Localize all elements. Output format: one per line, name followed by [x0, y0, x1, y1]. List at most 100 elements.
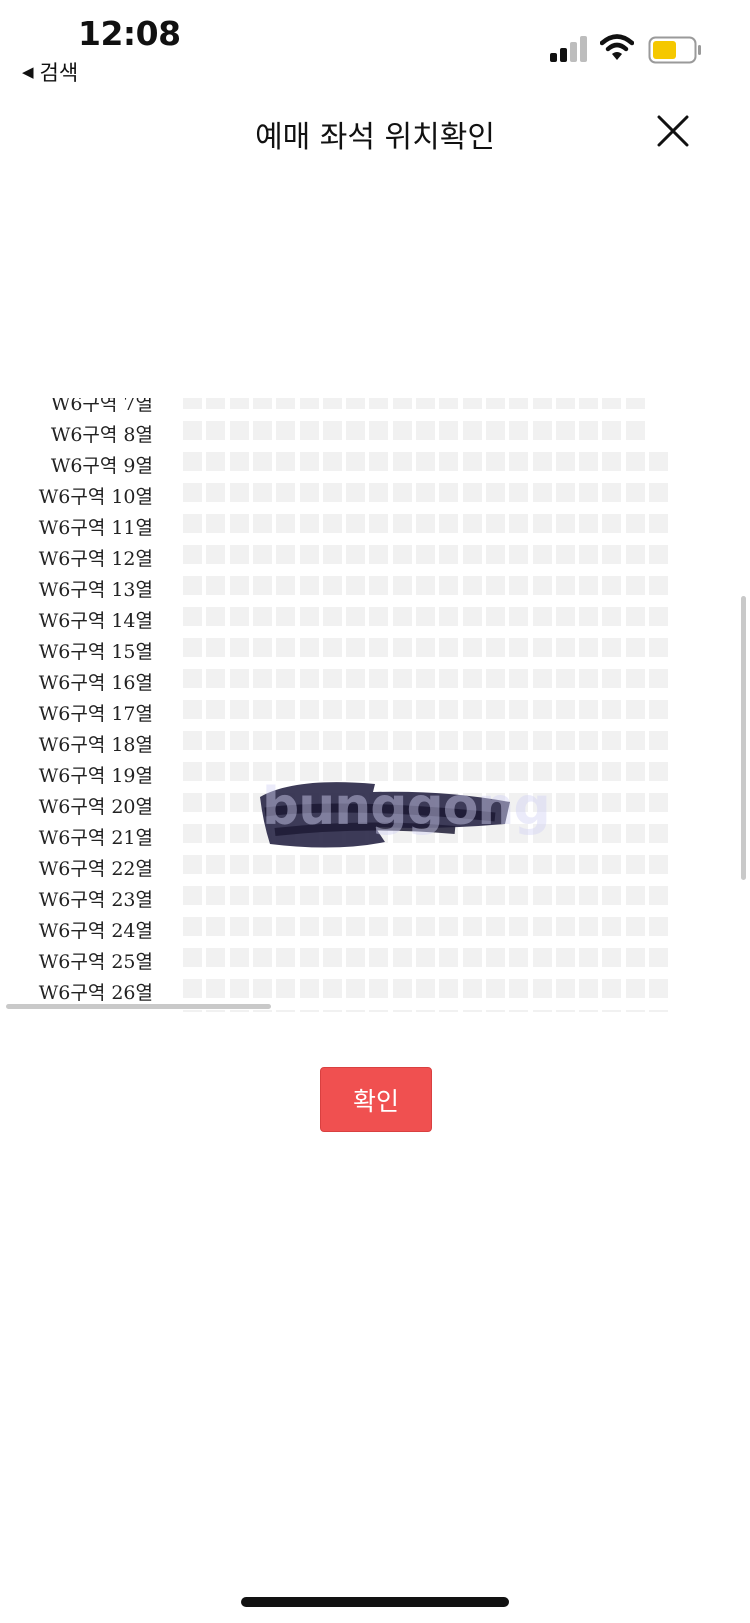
seat[interactable]	[625, 669, 645, 688]
seat[interactable]	[509, 452, 529, 471]
seat[interactable]	[555, 917, 575, 936]
seat[interactable]	[625, 514, 645, 533]
seat[interactable]	[649, 607, 668, 626]
seat[interactable]	[649, 514, 668, 533]
seat[interactable]	[532, 1010, 552, 1012]
seat[interactable]	[625, 979, 645, 998]
seat[interactable]	[183, 731, 202, 750]
seat[interactable]	[485, 514, 505, 533]
seat[interactable]	[555, 398, 575, 409]
seat[interactable]	[579, 700, 599, 719]
seat[interactable]	[555, 607, 575, 626]
seat[interactable]	[485, 731, 505, 750]
seat[interactable]	[416, 917, 435, 936]
seat[interactable]	[369, 638, 389, 657]
seat[interactable]	[322, 607, 342, 626]
seat[interactable]	[346, 421, 366, 440]
seat[interactable]	[485, 979, 505, 998]
seat[interactable]	[462, 576, 482, 595]
seat[interactable]	[439, 731, 459, 750]
close-icon[interactable]	[655, 113, 691, 149]
seat[interactable]	[649, 545, 668, 564]
seat[interactable]	[509, 700, 529, 719]
seat[interactable]	[579, 669, 599, 688]
seat[interactable]	[276, 669, 296, 688]
seat[interactable]	[602, 762, 622, 781]
seat[interactable]	[392, 607, 412, 626]
seat[interactable]	[649, 731, 668, 750]
seat[interactable]	[579, 1010, 599, 1012]
seat[interactable]	[369, 669, 389, 688]
seat[interactable]	[206, 917, 226, 936]
seat[interactable]	[229, 762, 249, 781]
seat[interactable]	[579, 483, 599, 502]
seat-map-viewport[interactable]: W6구역 7열 W6구역 8열 W6구역 9열 W6구역 10열 W6구역 11열 W6구…	[0, 398, 750, 1012]
seat[interactable]	[416, 638, 435, 657]
seat[interactable]	[369, 398, 389, 409]
seat[interactable]	[276, 638, 296, 657]
seat[interactable]	[649, 793, 668, 812]
seat[interactable]	[346, 638, 366, 657]
seat[interactable]	[183, 452, 202, 471]
seat[interactable]	[625, 762, 645, 781]
seat[interactable]	[322, 948, 342, 967]
seat[interactable]	[276, 917, 296, 936]
seat[interactable]	[532, 452, 552, 471]
seat[interactable]	[276, 979, 296, 998]
seat[interactable]	[369, 700, 389, 719]
seat[interactable]	[416, 452, 435, 471]
seat[interactable]	[183, 638, 202, 657]
seat[interactable]	[462, 452, 482, 471]
seat[interactable]	[299, 669, 319, 688]
seat[interactable]	[229, 793, 249, 812]
seat[interactable]	[299, 452, 319, 471]
seat[interactable]	[602, 1010, 622, 1012]
seat[interactable]	[416, 398, 435, 409]
seat[interactable]	[555, 886, 575, 905]
seat[interactable]	[229, 421, 249, 440]
seat[interactable]	[602, 793, 622, 812]
seat[interactable]	[276, 514, 296, 533]
seat[interactable]	[649, 855, 668, 874]
seat[interactable]	[322, 1010, 342, 1012]
seat[interactable]	[509, 731, 529, 750]
seat[interactable]	[206, 824, 226, 843]
seat[interactable]	[579, 421, 599, 440]
seat[interactable]	[602, 607, 622, 626]
seat[interactable]	[649, 948, 668, 967]
seat[interactable]	[462, 979, 482, 998]
seat[interactable]	[276, 398, 296, 409]
seat[interactable]	[416, 700, 435, 719]
seat[interactable]	[346, 979, 366, 998]
seat[interactable]	[392, 483, 412, 502]
seat[interactable]	[439, 948, 459, 967]
seat[interactable]	[206, 398, 226, 409]
seat[interactable]	[322, 398, 342, 409]
seat[interactable]	[322, 638, 342, 657]
seat[interactable]	[299, 421, 319, 440]
seat[interactable]	[532, 545, 552, 564]
seat[interactable]	[416, 1010, 435, 1012]
seat[interactable]	[509, 514, 529, 533]
seat[interactable]	[183, 421, 202, 440]
seat[interactable]	[509, 398, 529, 409]
seat[interactable]	[416, 421, 435, 440]
seat[interactable]	[649, 576, 668, 595]
seat[interactable]	[602, 669, 622, 688]
seat[interactable]	[555, 421, 575, 440]
seat[interactable]	[439, 421, 459, 440]
seat[interactable]	[229, 855, 249, 874]
seat[interactable]	[485, 948, 505, 967]
seat[interactable]	[439, 669, 459, 688]
seat[interactable]	[462, 700, 482, 719]
seat[interactable]	[369, 483, 389, 502]
seat[interactable]	[183, 979, 202, 998]
seat[interactable]	[229, 607, 249, 626]
seat[interactable]	[532, 979, 552, 998]
seat[interactable]	[555, 979, 575, 998]
seat[interactable]	[509, 886, 529, 905]
seat[interactable]	[346, 917, 366, 936]
seat[interactable]	[183, 700, 202, 719]
seat[interactable]	[183, 514, 202, 533]
seat[interactable]	[322, 514, 342, 533]
